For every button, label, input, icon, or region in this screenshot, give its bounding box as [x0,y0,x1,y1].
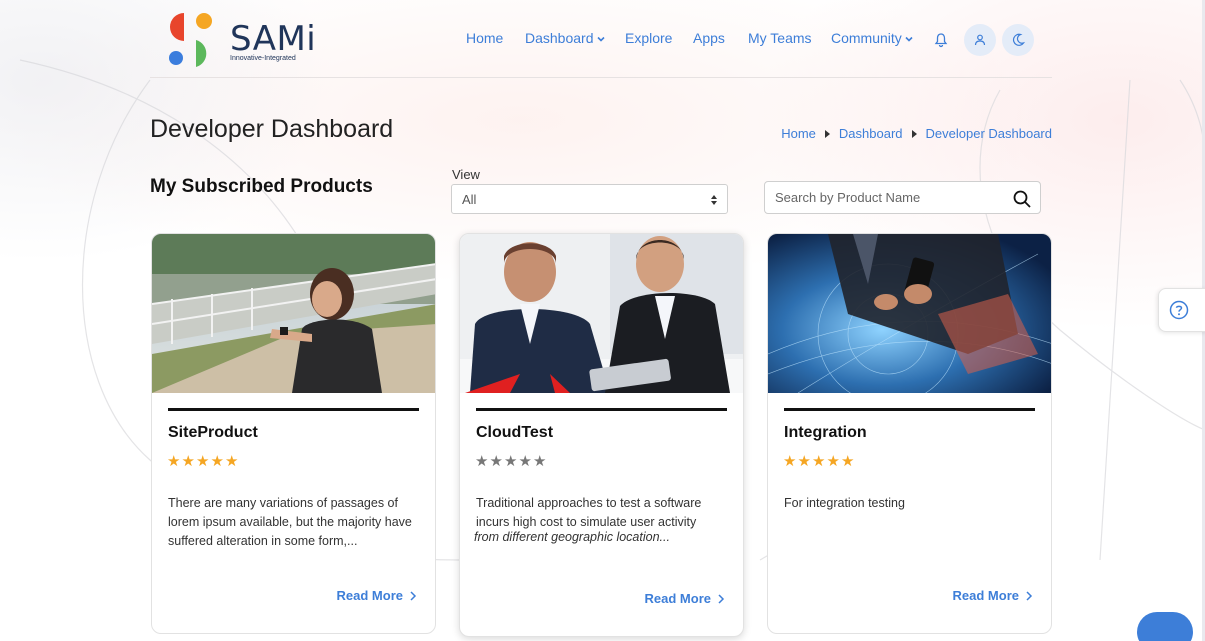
search-field [764,181,1041,214]
breadcrumb-separator-icon [911,129,917,138]
star-icon: ★ [504,453,518,470]
chevron-down-icon [905,37,913,42]
moon-icon [1013,33,1025,46]
card-divider [476,408,727,411]
star-icon: ★ [797,453,811,470]
star-icon: ★ [475,453,489,470]
rating-stars: ★★★★★ [167,452,240,470]
nav-home[interactable]: Home [466,30,503,46]
select-arrows-icon [711,195,717,205]
nav-dashboard-label: Dashboard [525,30,594,46]
star-icon: ★ [841,453,855,470]
product-card-cloudtest[interactable]: CloudTest ★★★★★ Traditional approaches t… [459,233,744,637]
nav-my-teams[interactable]: My Teams [748,30,812,46]
nav-community[interactable]: Community [831,30,914,46]
section-title: My Subscribed Products [150,176,373,197]
card-divider [784,408,1035,411]
read-more-label: Read More [952,588,1019,603]
product-description: There are many variations of passages of… [168,496,412,548]
nav-explore[interactable]: Explore [625,30,672,46]
star-icon: ★ [210,453,224,470]
breadcrumb: Home Dashboard Developer Dashboard [781,126,1052,141]
search-input[interactable] [775,190,1005,205]
read-more-link[interactable]: Read More [645,591,725,606]
brand-tagline: Innovative-Integrated [230,55,296,62]
product-name: CloudTest [476,424,554,441]
chat-fab-button[interactable] [1137,612,1193,641]
product-card-integration[interactable]: Integration ★★★★★ For integration testin… [767,233,1052,634]
product-image [152,234,435,393]
chevron-down-icon [596,37,605,42]
nav-dashboard[interactable]: Dashboard [525,30,606,46]
rating-stars: ★★★★★ [475,452,548,470]
star-icon: ★ [225,453,239,470]
breadcrumb-dashboard[interactable]: Dashboard [839,126,903,141]
breadcrumb-separator-icon [824,129,830,138]
product-description: Traditional approaches to test a softwar… [474,494,734,547]
breadcrumb-current: Developer Dashboard [925,126,1052,141]
top-header: SAMi Innovative-Integrated Home Dashboar… [150,0,1052,78]
star-icon: ★ [167,453,181,470]
card-divider [168,408,419,411]
view-select[interactable]: All [451,184,728,214]
star-icon: ★ [533,453,547,470]
breadcrumb-home[interactable]: Home [781,126,816,141]
nav-apps[interactable]: Apps [693,30,725,46]
help-button[interactable] [1158,288,1205,332]
rating-stars: ★★★★★ [783,452,856,470]
profile-button[interactable] [964,24,996,56]
star-icon: ★ [518,453,532,470]
read-more-link[interactable]: Read More [337,588,417,603]
product-description-line1: Traditional approaches to test a softwar… [476,496,702,529]
product-image [460,234,743,393]
star-icon: ★ [489,453,503,470]
chevron-right-icon [1026,590,1033,601]
theme-toggle-button[interactable] [1002,24,1034,56]
question-mark-icon [1169,300,1189,320]
star-icon: ★ [181,453,195,470]
notifications-button[interactable] [925,24,957,56]
chevron-right-icon [718,593,725,604]
star-icon: ★ [196,453,210,470]
read-more-label: Read More [644,591,711,606]
brand-name: SAMi [230,19,317,59]
page-title: Developer Dashboard [150,115,394,143]
chevron-right-icon [410,590,417,601]
product-card-siteproduct[interactable]: SiteProduct ★★★★★ There are many variati… [151,233,436,634]
read-more-link[interactable]: Read More [953,588,1033,603]
star-icon: ★ [783,453,797,470]
bell-icon [934,33,948,48]
user-icon [974,34,986,46]
product-name: Integration [784,424,867,441]
product-image [768,234,1051,393]
product-description: For integration testing [784,496,905,510]
product-name: SiteProduct [168,424,258,441]
nav-community-label: Community [831,30,902,46]
search-icon[interactable] [1012,189,1032,209]
sami-logo-mark-icon [169,13,212,67]
star-icon: ★ [826,453,840,470]
read-more-label: Read More [336,588,403,603]
view-label: View [452,167,480,182]
view-select-value: All [462,192,477,207]
brand-logo[interactable]: SAMi Innovative-Integrated [168,13,318,69]
star-icon: ★ [812,453,826,470]
